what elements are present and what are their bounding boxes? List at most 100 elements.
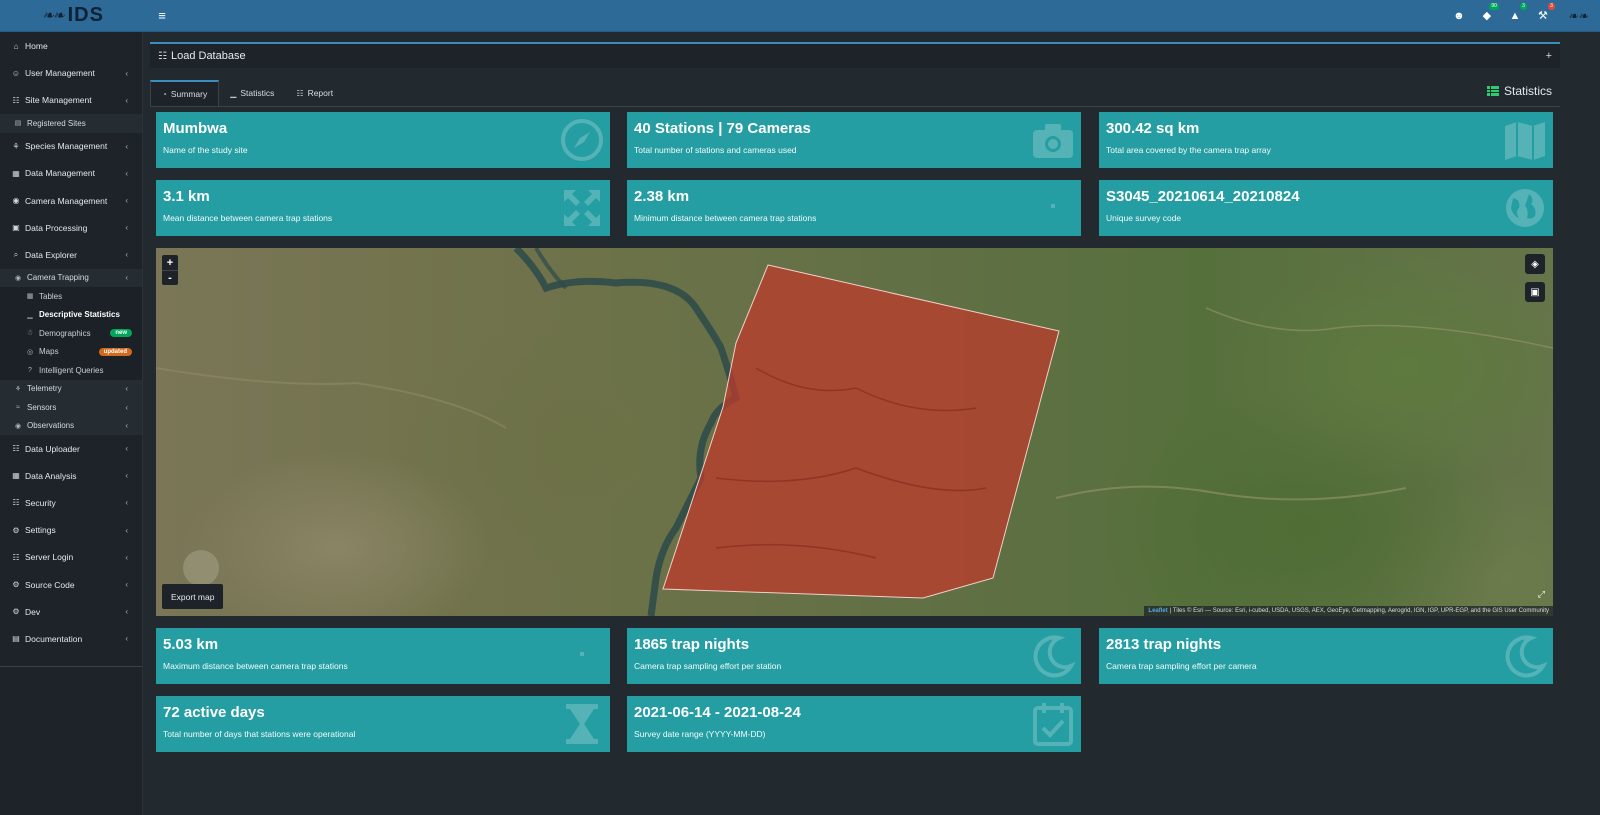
sidebar-item-settings[interactable]: ⚙ Settings ‹ xyxy=(0,517,142,544)
sidebar-item-dev[interactable]: ⚙ Dev ‹ xyxy=(0,598,142,625)
info-card-date-range: 2021-06-14 - 2021-08-24 Survey date rang… xyxy=(627,696,1081,752)
table-icon: ▦ xyxy=(12,168,20,178)
resize-icon[interactable]: ⤢ xyxy=(1538,589,1545,600)
info-card-max-distance: 5.03 km Maximum distance between camera … xyxy=(156,628,610,684)
info-card-active-days: 72 active days Total number of days that… xyxy=(156,696,610,752)
sidebar: ⌂ Home ☺ User Management ‹ ☷ Site Management… xyxy=(0,32,143,815)
sidebar-item-label: Demographics xyxy=(39,328,91,338)
sidebar-item-telemetry[interactable]: ⚘ Telemetry ‹ xyxy=(0,379,142,398)
table-icon: ▦ xyxy=(26,293,34,301)
card-description: Survey date range (YYYY-MM-DD) xyxy=(634,729,766,739)
table-icon: ▦ xyxy=(12,471,20,481)
paw-icon: ⚘ xyxy=(14,385,22,393)
user-icon: ☺ xyxy=(11,68,21,78)
user-icon: ☻ xyxy=(1453,9,1465,22)
tab-report[interactable]: ☷ Report xyxy=(285,80,344,106)
card-description: Total area covered by the camera trap ar… xyxy=(1106,145,1271,155)
tab-summary[interactable]: ◔ Summary xyxy=(150,80,220,106)
sidebar-item-maps[interactable]: ◎ Maps updated xyxy=(0,342,142,361)
sidebar-item-site-management[interactable]: ☷ Site Management ‹ xyxy=(0,87,142,114)
sidebar-item-label: Sensors xyxy=(27,402,57,412)
chevron-left-icon: ‹ xyxy=(125,95,128,105)
sidebar-item-camera-trapping[interactable]: ◉ Camera Trapping ‹ xyxy=(0,268,142,287)
statistics-heading: Statistics xyxy=(1486,84,1552,98)
sidebar-toggle-button[interactable]: ≡ xyxy=(151,5,173,27)
zoom-out-button[interactable]: - xyxy=(162,270,178,285)
sidebar-item-label: Descriptive Statistics xyxy=(39,310,120,320)
tab-statistics[interactable]: ▁ Statistics xyxy=(219,80,285,106)
sidebar-item-registered-sites[interactable]: ▤ Registered Sites xyxy=(0,114,142,133)
sidebar-item-sensors[interactable]: ≈ Sensors ‹ xyxy=(0,398,142,417)
sidebar-item-data-management[interactable]: ▦ Data Management ‹ xyxy=(0,160,142,187)
sidebar-item-label: Intelligent Queries xyxy=(39,365,104,375)
export-map-button[interactable]: Export map xyxy=(162,584,224,609)
attribution-text: | Tiles © Esri — Source: Esri, i-cubed, … xyxy=(1169,608,1549,614)
moon-icon xyxy=(1033,635,1075,678)
logo-text: IDS xyxy=(67,4,104,26)
chevron-left-icon: ‹ xyxy=(125,68,128,78)
tab-label: Report xyxy=(307,88,334,98)
fullscreen-button[interactable]: ▣ xyxy=(1525,282,1545,302)
sidebar-item-label: Data Analysis xyxy=(25,470,77,481)
tasks-badge: 3 xyxy=(1548,2,1555,10)
sidebar-item-tables[interactable]: ▦ Tables xyxy=(0,287,142,306)
sidebar-item-label: Tables xyxy=(39,291,63,301)
expand-box-button[interactable]: + xyxy=(1546,50,1552,62)
processing-icon: ▣ xyxy=(12,223,20,233)
layers-icon: ◈ xyxy=(1531,258,1539,270)
statistics-heading-label: Statistics xyxy=(1503,84,1552,98)
sidebar-item-camera-management[interactable]: ◉ Camera Management ‹ xyxy=(0,187,142,214)
sidebar-item-data-explorer[interactable]: ⌕ Data Explorer ‹ xyxy=(0,241,142,268)
user-menu-button[interactable]: ☻ xyxy=(1452,9,1466,23)
info-card-survey-code: S3045_20210614_20210824 Unique survey co… xyxy=(1099,180,1553,236)
sidebar-item-label: Data Processing xyxy=(25,222,88,233)
chevron-left-icon: ‹ xyxy=(125,607,128,617)
sidebar-item-label: Camera Management xyxy=(25,195,108,206)
layers-control-button[interactable]: ◈ xyxy=(1525,254,1545,274)
sidebar-item-data-uploader[interactable]: ☷ Data Uploader ‹ xyxy=(0,435,142,462)
card-value: 2021-06-14 - 2021-08-24 xyxy=(634,704,801,721)
chevron-left-icon: ‹ xyxy=(125,634,128,644)
chevron-left-icon: ‹ xyxy=(125,444,128,454)
question-icon: ? xyxy=(28,366,32,374)
book-icon: ▤ xyxy=(12,634,20,644)
map-icon xyxy=(1505,122,1545,160)
top-icons: ☻ ◆ 90 ▲ 3 ⚒ 3 ❧❧ xyxy=(1452,2,1600,23)
sidebar-divider xyxy=(0,665,142,667)
sidebar-item-security[interactable]: ☷ Security ‹ xyxy=(0,489,142,516)
sidebar-item-demographics[interactable]: ☃ Demographics new xyxy=(0,324,142,343)
sidebar-item-documentation[interactable]: ▤ Documentation ‹ xyxy=(0,625,142,652)
sidebar-item-intelligent-queries[interactable]: ? Intelligent Queries xyxy=(0,361,142,380)
tasks-button[interactable]: ⚒ 3 xyxy=(1536,2,1555,23)
warnings-badge: 3 xyxy=(1520,2,1527,10)
sidebar-item-user-management[interactable]: ☺ User Management ‹ xyxy=(0,60,142,87)
info-card-area: 300.42 sq km Total area covered by the c… xyxy=(1099,112,1553,168)
sidebar-item-data-processing[interactable]: ▣ Data Processing ‹ xyxy=(0,214,142,241)
small-dot-icon xyxy=(580,652,584,656)
card-value: 3.1 km xyxy=(163,188,210,205)
sidebar-item-source-code[interactable]: ⚙ Source Code ‹ xyxy=(0,571,142,598)
sidebar-item-observations[interactable]: ◉ Observations ‹ xyxy=(0,416,142,435)
sidebar-item-species-management[interactable]: ⚘ Species Management ‹ xyxy=(0,133,142,160)
warnings-button[interactable]: ▲ 3 xyxy=(1508,2,1527,23)
globe-icon: ◎ xyxy=(26,348,34,356)
card-description: Name of the study site xyxy=(163,145,248,155)
sidebar-item-server-login[interactable]: ☷ Server Login ‹ xyxy=(0,544,142,571)
survey-area-polygon[interactable] xyxy=(662,264,1060,599)
leaflet-link[interactable]: Leaflet xyxy=(1148,608,1167,614)
new-badge: new xyxy=(110,329,132,338)
info-card-mean-distance: 3.1 km Mean distance between camera trap… xyxy=(156,180,610,236)
sidebar-item-home[interactable]: ⌂ Home xyxy=(0,33,142,60)
survey-map[interactable]: + - ◈ ▣ Export map ⤢ Leaflet | Tiles © E… xyxy=(156,248,1553,616)
chevron-down-icon: ‹ xyxy=(125,250,128,260)
sidebar-item-descriptive-statistics[interactable]: ▁ Descriptive Statistics xyxy=(0,305,142,324)
card-value: 40 Stations | 79 Cameras xyxy=(634,120,811,137)
app-logo[interactable]: ❧❧ IDS xyxy=(0,0,146,32)
sidebar-item-data-analysis[interactable]: ▦ Data Analysis ‹ xyxy=(0,462,142,489)
security-alerts-button[interactable]: ◆ 90 xyxy=(1480,2,1499,23)
moon-icon xyxy=(1505,635,1547,678)
server-icon: ☷ xyxy=(12,444,20,454)
zoom-in-button[interactable]: + xyxy=(162,255,178,270)
card-description: Camera trap sampling effort per station xyxy=(634,661,782,671)
card-value: 5.03 km xyxy=(163,636,219,653)
